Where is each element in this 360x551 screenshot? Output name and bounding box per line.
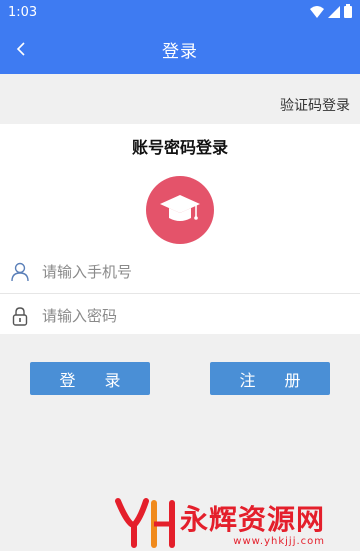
password-input[interactable] bbox=[42, 307, 322, 325]
watermark-url: www.yhkjjj.com bbox=[233, 536, 326, 547]
chevron-left-icon bbox=[16, 42, 25, 56]
lock-icon bbox=[12, 307, 28, 326]
register-button-label: 注 册 bbox=[239, 370, 313, 390]
signal-icon bbox=[328, 6, 340, 18]
watermark-brand: 永辉资源网 bbox=[180, 503, 326, 536]
password-field-row bbox=[0, 294, 360, 338]
page-title: 登录 bbox=[162, 41, 198, 62]
status-icons bbox=[310, 4, 352, 18]
user-icon bbox=[11, 262, 29, 281]
phone-input[interactable] bbox=[42, 262, 322, 281]
login-panel: 账号密码登录 bbox=[0, 124, 360, 334]
sms-login-link[interactable]: 验证码登录 bbox=[280, 95, 350, 115]
status-bar: 1:03 bbox=[0, 0, 360, 24]
login-button[interactable]: 登 录 bbox=[30, 362, 150, 395]
graduation-cap-icon bbox=[160, 195, 200, 221]
battery-icon bbox=[344, 4, 352, 18]
watermark: 永辉资源网 www.yhkjjj.com bbox=[114, 484, 360, 551]
app-bar: 登录 bbox=[0, 24, 360, 74]
status-time: 1:03 bbox=[8, 4, 38, 20]
panel-title: 账号密码登录 bbox=[131, 138, 228, 157]
brand-logo-icon bbox=[115, 498, 175, 548]
wifi-icon bbox=[310, 6, 324, 18]
avatar bbox=[146, 176, 214, 244]
watermark-text-wrap: 永辉资源网 www.yhkjjj.com bbox=[180, 503, 326, 548]
back-button[interactable] bbox=[6, 34, 36, 64]
phone-field-row bbox=[0, 250, 360, 294]
sms-login-row: 验证码登录 bbox=[0, 88, 360, 122]
register-button[interactable]: 注 册 bbox=[210, 362, 330, 395]
login-button-label: 登 录 bbox=[59, 370, 133, 390]
